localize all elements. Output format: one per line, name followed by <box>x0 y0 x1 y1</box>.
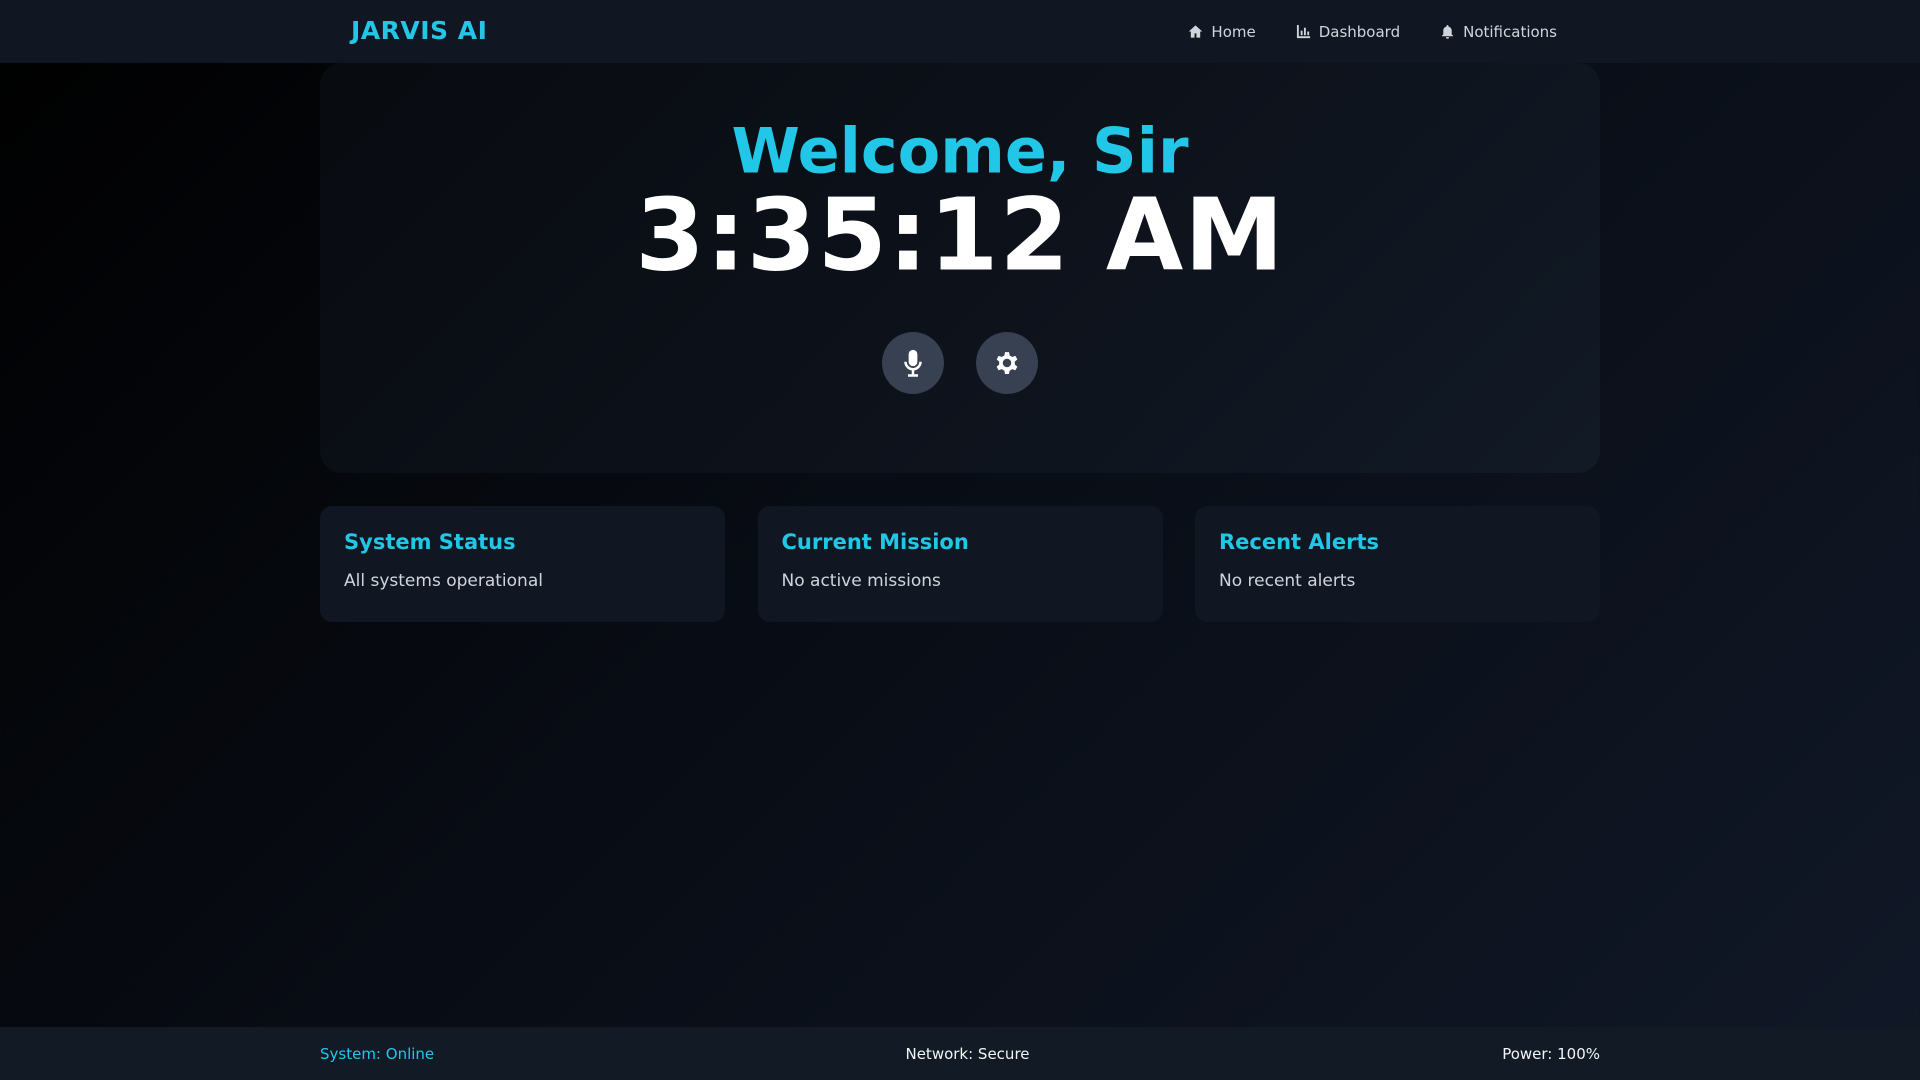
power-status-text: Power: 100% <box>1502 1044 1600 1063</box>
nav-notifications[interactable]: Notifications <box>1440 23 1557 41</box>
clock-display: 3:35:12 AM <box>635 176 1285 294</box>
card-title: System Status <box>344 530 516 554</box>
main-nav: Home Dashboard Notifications <box>1188 0 1557 63</box>
card-text: No active missions <box>781 571 941 591</box>
card-title: Current Mission <box>781 530 969 554</box>
top-nav-bar: JARVIS AI Home Dashboard Notifications <box>0 0 1920 63</box>
nav-home[interactable]: Home <box>1188 22 1256 41</box>
microphone-icon <box>903 349 922 377</box>
microphone-button[interactable] <box>881 332 944 394</box>
home-icon <box>1189 25 1203 38</box>
voice-controls <box>320 332 1600 394</box>
card-current-mission: Current Mission No active missions <box>757 506 1163 622</box>
bell-icon <box>1441 24 1454 39</box>
welcome-panel: Welcome, Sir 3:35:12 AM <box>320 63 1600 473</box>
card-title: Recent Alerts <box>1219 530 1379 554</box>
brand-logo[interactable]: JARVIS AI <box>351 16 487 45</box>
card-text: No recent alerts <box>1219 571 1356 591</box>
network-status-text: Network: Secure <box>905 1044 1030 1063</box>
card-system-status: System Status All systems operational <box>320 506 725 622</box>
card-text: All systems operational <box>344 571 543 591</box>
settings-button[interactable] <box>975 332 1038 394</box>
card-recent-alerts: Recent Alerts No recent alerts <box>1195 506 1600 622</box>
nav-notifications-label: Notifications <box>1463 22 1557 41</box>
status-footer: System: Online Network: Secure Power: 10… <box>0 1027 1920 1080</box>
gear-icon <box>996 352 1017 374</box>
info-cards: System Status All systems operational Cu… <box>320 506 1600 622</box>
nav-dashboard-label: Dashboard <box>1318 22 1401 41</box>
nav-dashboard[interactable]: Dashboard <box>1296 23 1400 41</box>
nav-home-label: Home <box>1211 22 1256 41</box>
chart-icon <box>1296 24 1310 39</box>
